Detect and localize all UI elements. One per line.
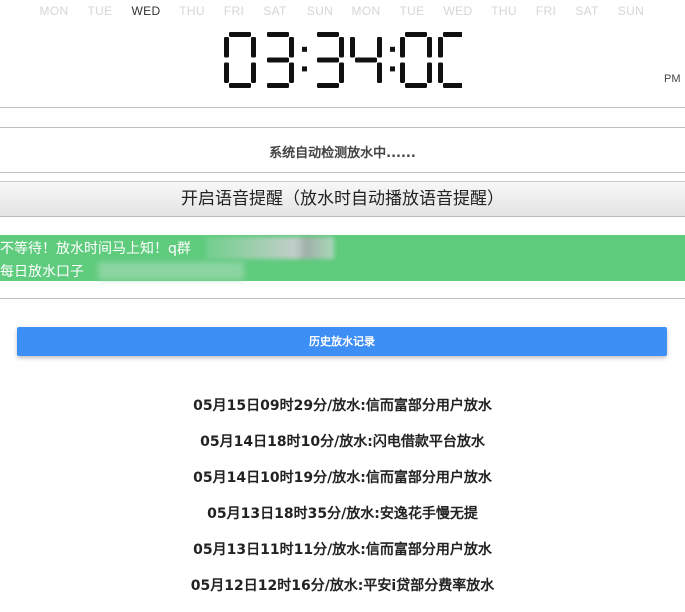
weekday-label: FRI (223, 4, 245, 18)
weekday-label: SAT (575, 4, 599, 18)
weekday-label: THU (179, 4, 205, 18)
redacted-blur (206, 237, 334, 259)
clock-digit (224, 32, 256, 88)
record-item: 05月14日18时10分/放水:闪电借款平台放水 (200, 434, 485, 450)
weekday-label: FRI (535, 4, 557, 18)
clock-period: PM (664, 73, 681, 85)
weekday-label: WED (443, 4, 473, 18)
clock-colon (302, 46, 307, 52)
clock-colon (390, 66, 395, 72)
clock-digit (267, 32, 294, 88)
clock-digit (317, 32, 344, 88)
notice-line-1: 不等待！放水时间马上知！q群 (0, 241, 191, 257)
records-list: 05月15日09时29分/放水:信而富部分用户放水 05月14日18时10分/放水… (0, 395, 685, 611)
weekday-strip: MON TUE WED THU FRI SAT SUN MON TUE WED THU FRI SAT S… (0, 4, 685, 20)
record-item: 05月13日11时11分/放水:信而富部分用户放水 (193, 542, 492, 558)
weekday-label: THU (491, 4, 517, 18)
redacted-blur (98, 262, 244, 280)
notice-banner: 不等待！放水时间马上知！q群 每日放水口子 (0, 235, 685, 281)
record-item: 05月15日09时29分/放水:信而富部分用户放水 (193, 398, 492, 414)
record-item: 05月13日18时35分/放水:安逸花手慢无提 (207, 506, 478, 522)
record-item: 05月14日10时19分/放水:信而富部分用户放水 (193, 470, 492, 486)
page: MON TUE WED THU FRI SAT SUN MON TUE WED THU FRI SAT S… (0, 0, 685, 612)
clock-colon (390, 46, 395, 52)
weekday-label: SUN (617, 4, 645, 18)
voice-reminder-button[interactable]: 开启语音提醒（放水时自动播放语音提醒） (0, 181, 685, 217)
status-text: 系统自动检测放水中...... (269, 146, 416, 161)
history-records-button[interactable]: 历史放水记录 (17, 327, 667, 356)
weekday-label: MON (351, 4, 381, 18)
clock-digit (438, 32, 462, 88)
clock-colon (302, 66, 307, 72)
weekday-label: TUE (399, 4, 425, 18)
divider (0, 107, 685, 108)
clock-digit (350, 37, 382, 83)
record-item: 05月12日12时16分/放水:平安i贷部分费率放水 (190, 578, 495, 594)
weekday-label: MON (39, 4, 69, 18)
weekday-label: SUN (306, 4, 334, 18)
weekday-label: TUE (87, 4, 113, 18)
weekday-label: SAT (263, 4, 287, 18)
divider (0, 298, 685, 299)
weekday-label: WED (131, 4, 161, 18)
divider (0, 127, 685, 128)
digital-clock: 03:34:00 (224, 32, 462, 88)
divider (0, 172, 685, 173)
clock-digit (400, 32, 432, 88)
notice-line-2: 每日放水口子 (0, 264, 84, 280)
